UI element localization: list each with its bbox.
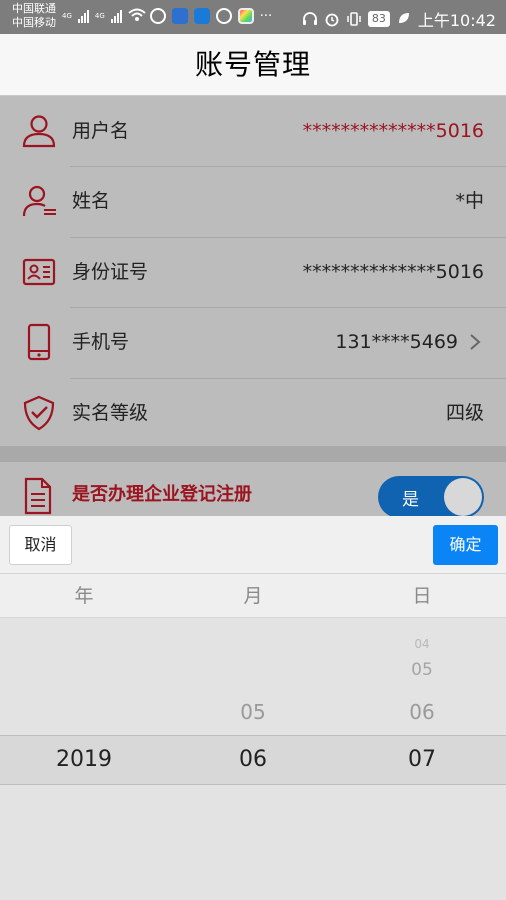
day-option[interactable]: 06	[338, 698, 506, 726]
shield-app-icon	[171, 8, 188, 24]
picker-wheels[interactable]: 2019 05 06 04 05 06 07	[0, 618, 506, 900]
alarm-icon	[324, 11, 340, 27]
page-title: 账号管理	[194, 48, 311, 81]
browser-app-icon	[193, 8, 210, 24]
username-label: 用户名	[72, 120, 130, 142]
photos-app-icon	[237, 8, 254, 24]
row-id-number: 身份证号 **************5016	[0, 236, 506, 307]
month-option[interactable]: 05	[169, 698, 337, 726]
id-number-value: **************5016	[302, 260, 484, 283]
carrier-labels: 中国联通 中国移动	[12, 2, 56, 30]
user-card-icon	[20, 182, 58, 220]
user-icon	[20, 112, 58, 150]
username-value: **************5016	[302, 120, 484, 142]
status-icons-right: 83 上午10:42	[302, 7, 496, 31]
picker-toolbar: 取消 确定	[0, 516, 506, 574]
row-enterprise-registration: 是否办理企业登记注册 是	[0, 462, 506, 516]
id-number-label: 身份证号	[72, 260, 149, 283]
enterprise-registration-label: 是否办理企业登记注册	[72, 484, 252, 505]
network-type-1: 4G	[62, 12, 72, 20]
day-option[interactable]: 04	[338, 636, 506, 652]
chevron-right-icon	[468, 333, 482, 351]
document-icon	[20, 476, 56, 516]
column-header-month: 月	[243, 585, 263, 607]
id-card-icon	[20, 253, 58, 291]
status-bar: 中国联通 中国移动 4G 4G ··· 83 上午10:42	[0, 0, 506, 34]
carrier-2: 中国移动	[12, 16, 56, 29]
picker-column-headers: 年 月 日	[0, 574, 506, 618]
battery-level: 83	[367, 11, 390, 27]
chat-app-icon	[215, 8, 232, 24]
row-verification-level: 实名等级 四级	[0, 377, 506, 448]
status-icons-left: 4G 4G ···	[62, 8, 272, 24]
day-option[interactable]: 05	[338, 658, 506, 682]
more-notifications-icon: ···	[259, 8, 273, 24]
headphones-icon	[302, 11, 318, 27]
account-info-list: 用户名 **************5016 姓名 *中 身份证号 ******…	[0, 96, 506, 448]
row-phone[interactable]: 手机号 131****5469	[0, 307, 506, 377]
month-option-selected[interactable]: 06	[169, 743, 337, 777]
mobile-phone-icon	[20, 323, 58, 361]
row-username: 用户名 **************5016	[0, 96, 506, 166]
vibrate-icon	[346, 11, 362, 27]
phone-label: 手机号	[72, 331, 130, 354]
cancel-button[interactable]: 取消	[9, 525, 72, 565]
enterprise-registration-toggle[interactable]: 是	[378, 476, 484, 516]
year-option-selected[interactable]: 2019	[0, 743, 168, 777]
network-type-2: 4G	[94, 12, 105, 20]
toggle-knob	[444, 478, 482, 516]
row-name: 姓名 *中	[0, 166, 506, 236]
confirm-button[interactable]: 确定	[433, 525, 498, 565]
leaf-icon	[396, 11, 412, 27]
toggle-label: 是	[402, 490, 419, 510]
date-picker: 取消 确定 年 月 日 2019 05 06 04 05 06 07	[0, 516, 506, 900]
column-header-day: 日	[412, 585, 432, 607]
wifi-icon	[128, 8, 146, 24]
title-bar: 账号管理	[0, 34, 506, 96]
verification-level-label: 实名等级	[72, 401, 149, 424]
signal-icon	[77, 9, 89, 23]
k-app-icon	[149, 8, 166, 24]
name-value: *中	[455, 190, 484, 213]
column-header-year: 年	[74, 585, 94, 607]
section-divider	[0, 446, 506, 462]
signal-icon-2	[110, 9, 122, 23]
verification-level-value: 四级	[445, 401, 484, 424]
carrier-1: 中国联通	[12, 2, 56, 15]
clock: 上午10:42	[417, 11, 496, 30]
day-option-selected[interactable]: 07	[338, 743, 506, 777]
phone-value: 131****5469	[335, 331, 458, 354]
name-label: 姓名	[72, 190, 111, 213]
shield-check-icon	[20, 394, 58, 432]
